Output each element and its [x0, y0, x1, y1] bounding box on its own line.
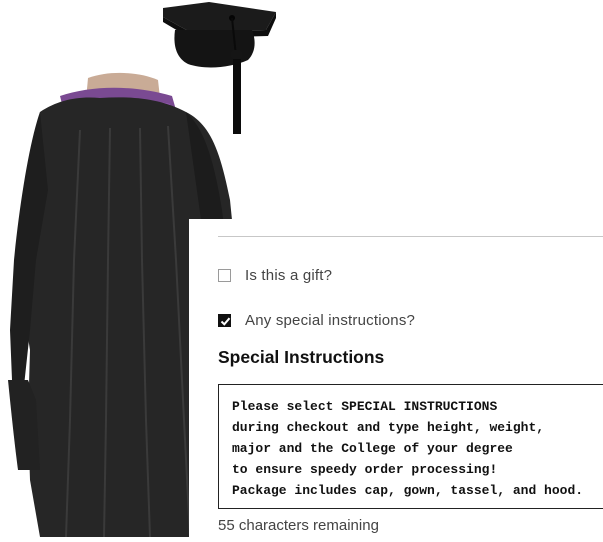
checkmark-icon: [220, 317, 231, 326]
gift-checkbox[interactable]: [218, 269, 231, 282]
special-instructions-checkbox[interactable]: [218, 314, 231, 327]
gift-option[interactable]: Is this a gift?: [218, 267, 332, 284]
divider: [218, 236, 603, 237]
special-instructions-option[interactable]: Any special instructions?: [218, 312, 415, 329]
special-instructions-textarea[interactable]: Please select SPECIAL INSTRUCTIONS durin…: [218, 384, 603, 509]
product-options-panel: Is this a gift? Any special instructions…: [189, 219, 603, 537]
section-title: Special Instructions: [218, 347, 385, 367]
gift-label: Is this a gift?: [245, 267, 333, 284]
special-instructions-label: Any special instructions?: [245, 312, 416, 329]
characters-remaining: 55 characters remaining: [218, 517, 379, 534]
